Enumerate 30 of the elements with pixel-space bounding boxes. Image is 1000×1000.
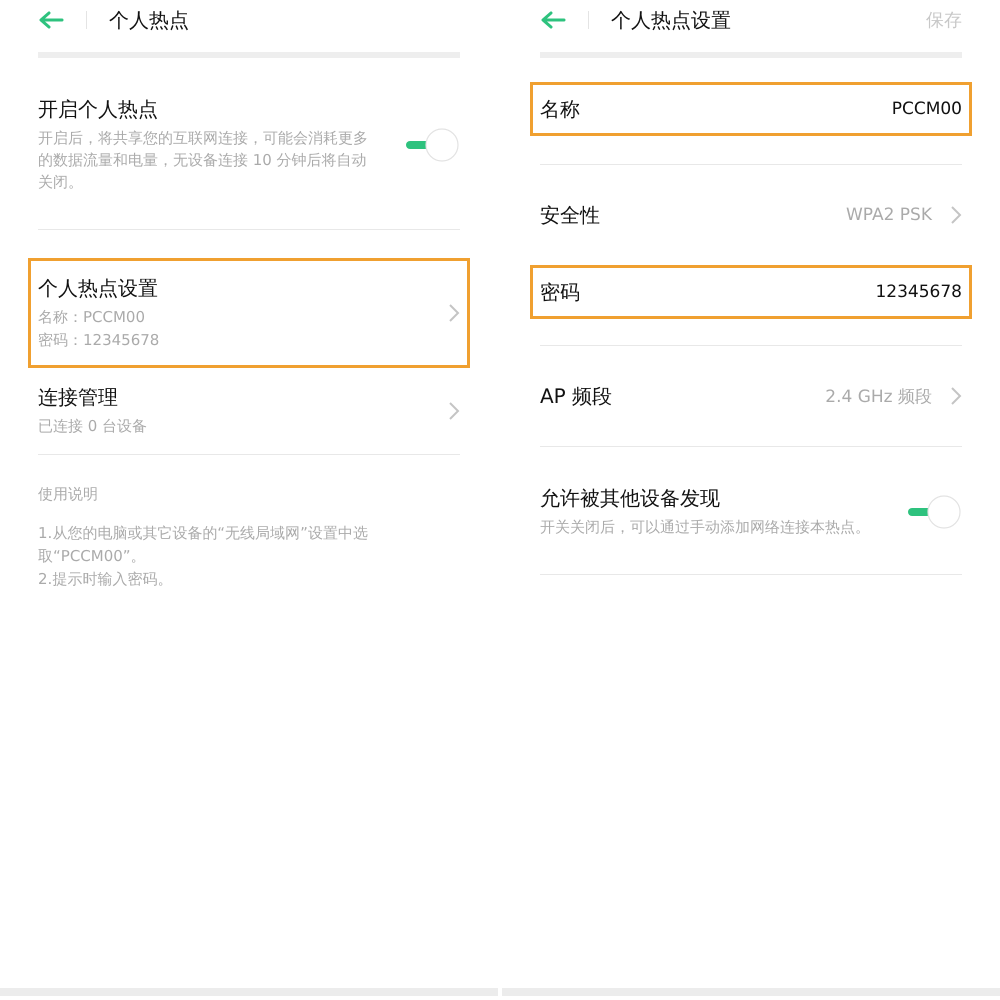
setting-description: 开关关闭后，可以通过手动添加网络连接本热点。 — [540, 517, 870, 538]
setting-description: 开启后，将共享您的互联网连接，可能会消耗更多的数据流量和电量，无设备连接 10 分钟后将自动关闭。 — [38, 128, 368, 193]
chevron-right-icon — [950, 205, 962, 225]
back-arrow-icon[interactable] — [38, 11, 64, 29]
chevron-right-icon — [448, 303, 460, 323]
setting-title[interactable]: 安全性 — [540, 202, 846, 228]
page-title: 个人热点 — [109, 6, 190, 34]
chevron-right-icon — [950, 386, 962, 406]
setting-title: 开启个人热点 — [38, 96, 159, 123]
setting-value[interactable]: 12345678 — [875, 282, 962, 302]
setting-value: WPA2 PSK — [846, 205, 932, 225]
page-title: 个人热点设置 — [611, 6, 732, 34]
setting-title: 允许被其他设备发现 — [540, 485, 721, 512]
chevron-right-icon — [448, 401, 460, 421]
toggle-switch[interactable] — [404, 126, 460, 162]
instruction-text: 1.从您的电脑或其它设备的“无线局域网”设置中选取“PCCM00”。 — [38, 523, 369, 567]
setting-summary: 名称：PCCM00 — [38, 306, 146, 328]
setting-value[interactable]: PCCM00 — [892, 99, 962, 119]
setting-summary: 已连接 0 台设备 — [38, 416, 148, 437]
setting-title: 密码 — [540, 278, 581, 306]
setting-title[interactable]: 个人热点设置 — [38, 274, 430, 302]
section-heading: 使用说明 — [38, 485, 99, 504]
setting-summary: 密码：12345678 — [38, 330, 160, 350]
setting-title: 名称 — [540, 96, 581, 122]
toggle-switch[interactable] — [906, 494, 962, 530]
setting-title[interactable]: AP 频段 — [540, 382, 826, 410]
setting-value: 2.4 GHz 频段 — [825, 386, 932, 408]
instruction-text: 2.提示时输入密码。 — [38, 569, 174, 590]
back-arrow-icon[interactable] — [540, 11, 566, 29]
setting-title[interactable]: 连接管理 — [38, 384, 430, 411]
